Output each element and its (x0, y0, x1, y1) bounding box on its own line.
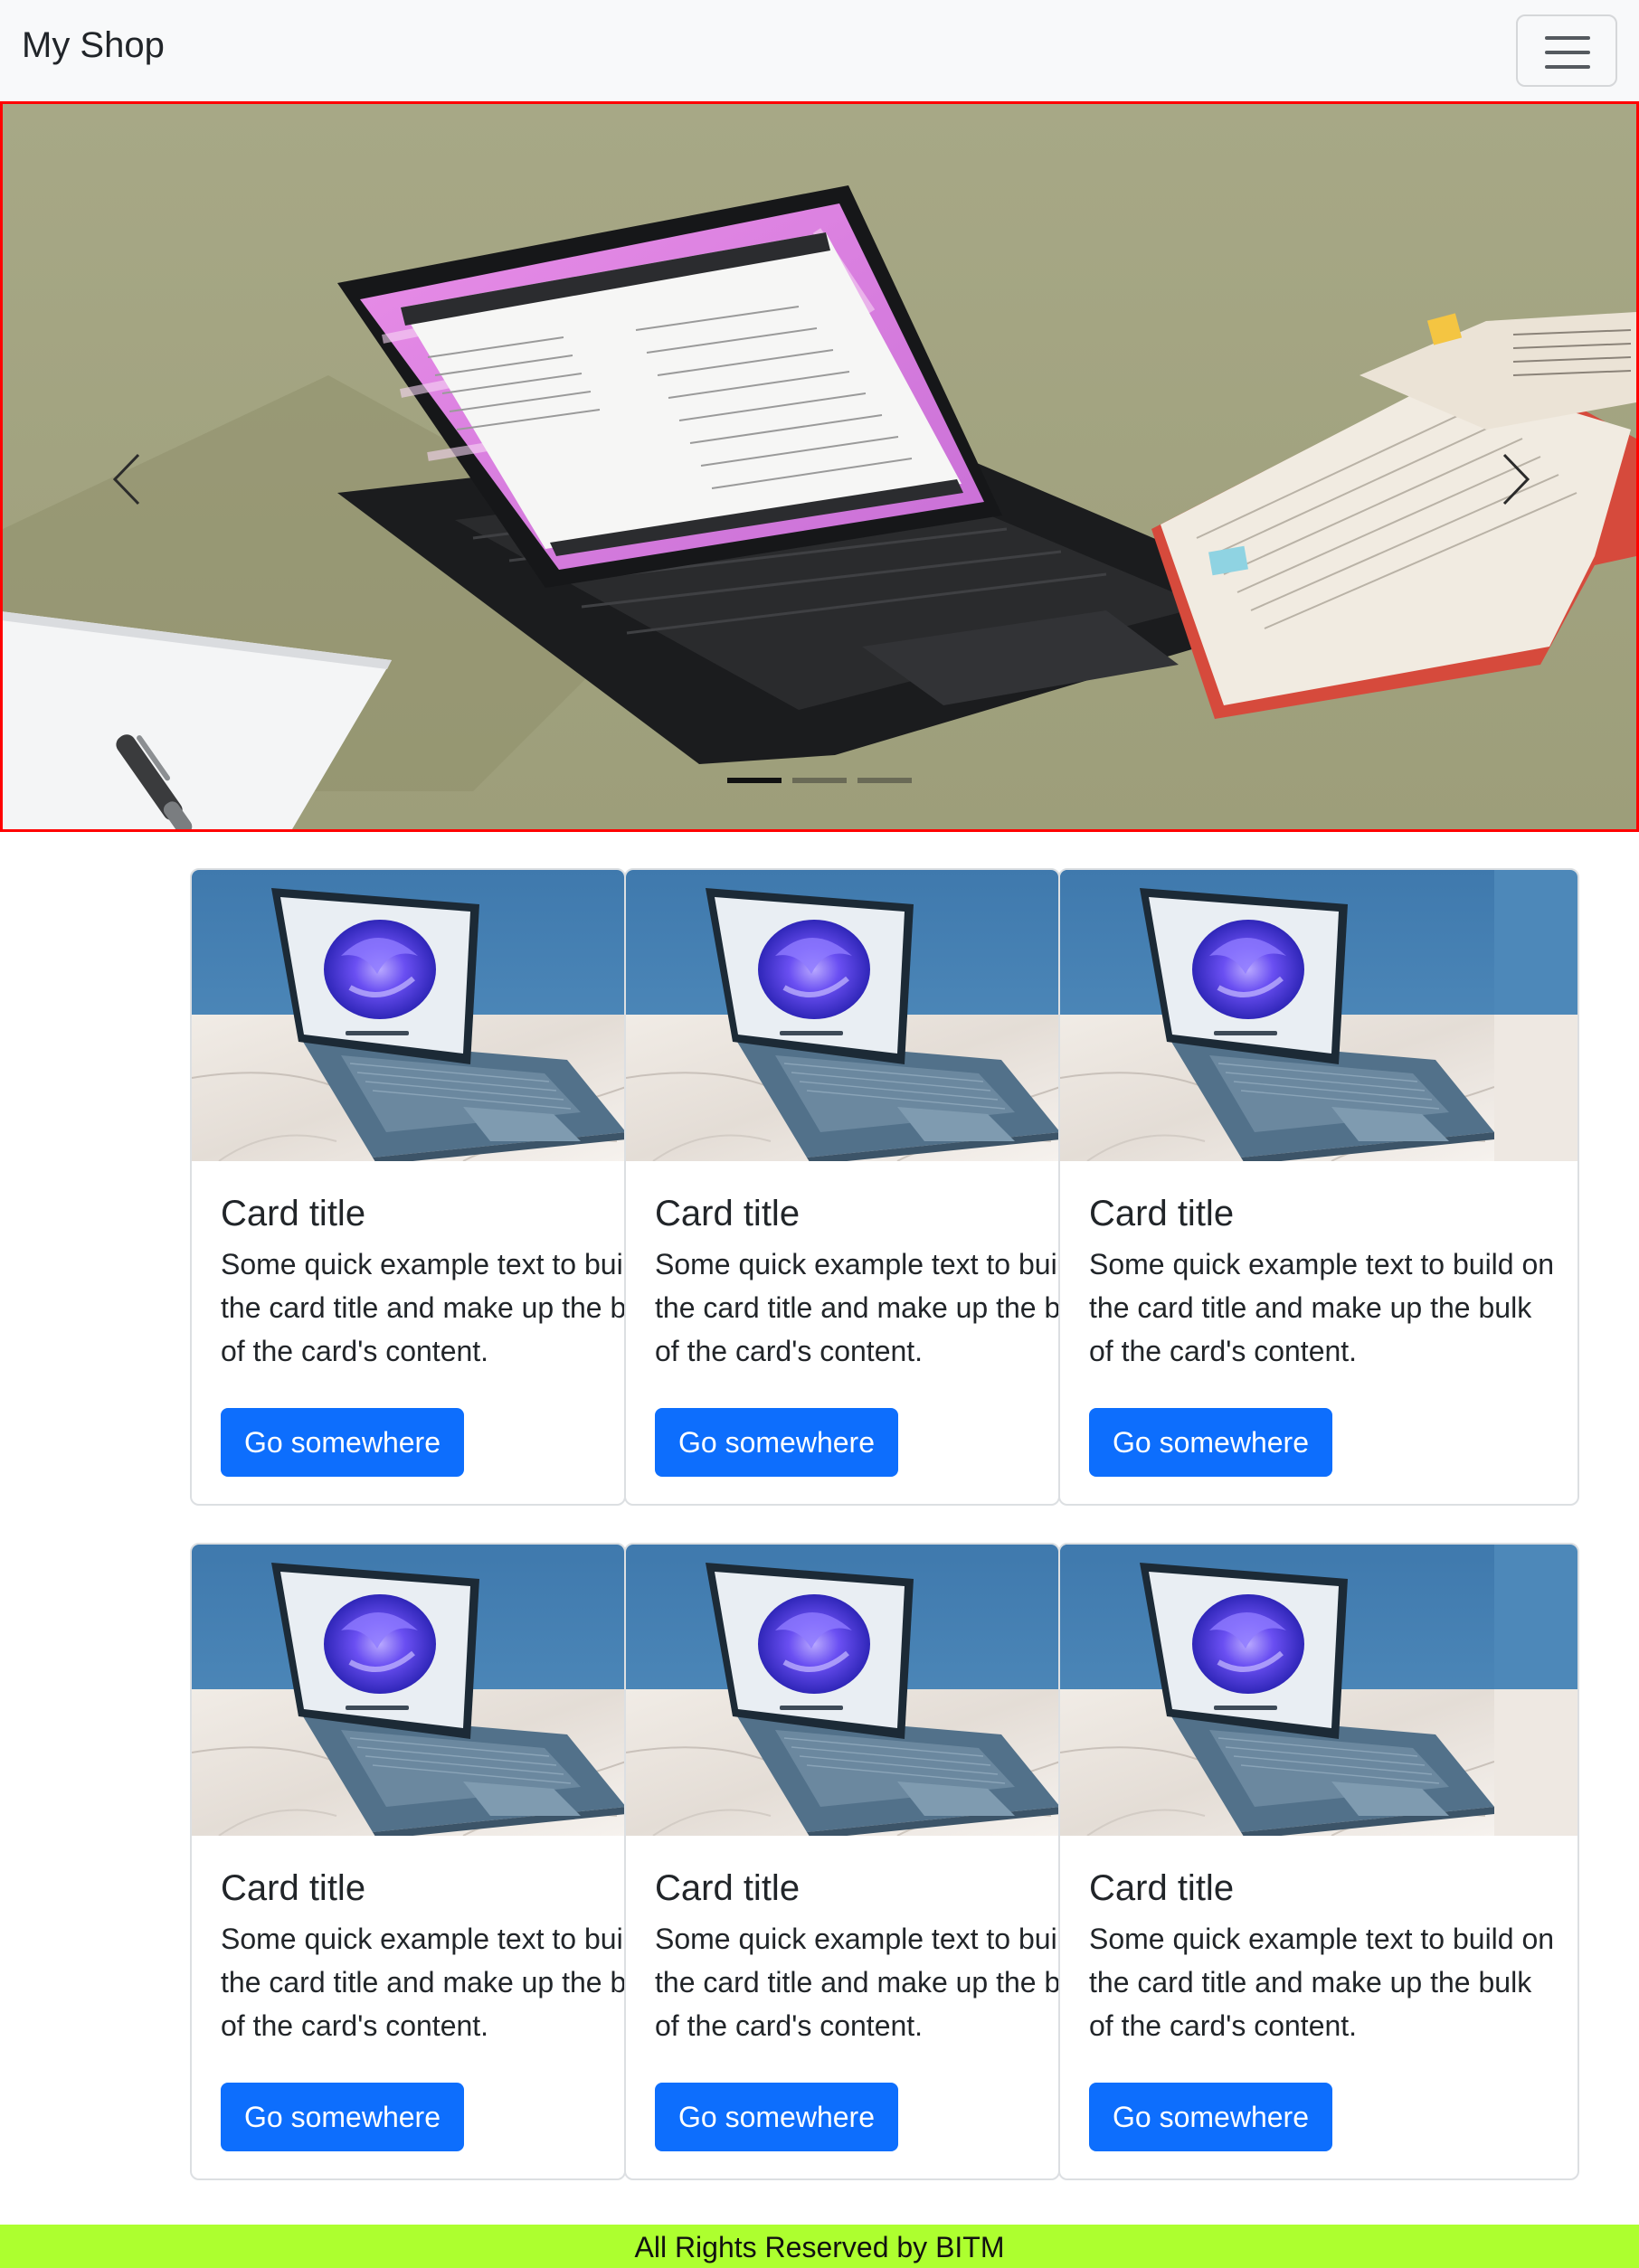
go-somewhere-button[interactable]: Go somewhere (221, 1408, 464, 1477)
hero-carousel (0, 101, 1639, 832)
navbar-brand[interactable]: My Shop (22, 24, 165, 67)
card-row: Card title Some quick example text to bu… (190, 868, 1579, 1506)
go-somewhere-button[interactable]: Go somewhere (1089, 1408, 1332, 1477)
card-image (192, 870, 624, 1161)
card-title: Card title (221, 1868, 366, 1908)
footer-text: All Rights Reserved by BITM (634, 2231, 1005, 2263)
product-card: Card title Some quick example text to bu… (624, 868, 1060, 1506)
chevron-left-icon (112, 453, 140, 506)
card-title: Card title (655, 1194, 801, 1233)
go-somewhere-button[interactable]: Go somewhere (655, 1408, 898, 1477)
go-somewhere-button[interactable]: Go somewhere (1089, 2083, 1332, 2151)
go-somewhere-button[interactable]: Go somewhere (655, 2083, 898, 2151)
carousel-slide-image (3, 104, 1636, 829)
card-text: Some quick example text to build on the … (1089, 1923, 1555, 2042)
carousel-indicator-1[interactable] (727, 778, 782, 783)
carousel-indicator-2[interactable] (792, 778, 847, 783)
carousel-prev-button[interactable] (93, 430, 166, 529)
chevron-right-icon (1502, 453, 1530, 506)
card-text: Some quick example text to build on the … (221, 1923, 626, 2042)
card-image (1060, 1545, 1577, 1836)
card-image (192, 1545, 624, 1836)
card-title: Card title (1089, 1194, 1235, 1233)
product-card: Card title Some quick example text to bu… (1058, 868, 1579, 1506)
navbar-toggle-button[interactable] (1516, 14, 1617, 87)
carousel-next-button[interactable] (1477, 430, 1549, 529)
carousel-indicators (3, 778, 1636, 783)
card-title: Card title (1089, 1868, 1235, 1908)
product-card: Card title Some quick example text to bu… (1058, 1543, 1579, 2180)
card-text: Some quick example text to build on the … (1089, 1248, 1555, 1367)
product-card: Card title Some quick example text to bu… (190, 868, 626, 1506)
footer: All Rights Reserved by BITM (0, 2225, 1639, 2268)
card-text: Some quick example text to build on the … (655, 1248, 1060, 1367)
go-somewhere-button[interactable]: Go somewhere (221, 2083, 464, 2151)
card-image (626, 1545, 1058, 1836)
card-text: Some quick example text to build on the … (221, 1248, 626, 1367)
card-row: Card title Some quick example text to bu… (190, 1543, 1579, 2180)
card-image (1060, 870, 1577, 1161)
card-text: Some quick example text to build on the … (655, 1923, 1060, 2042)
product-card: Card title Some quick example text to bu… (624, 1543, 1060, 2180)
product-card: Card title Some quick example text to bu… (190, 1543, 626, 2180)
card-image (626, 870, 1058, 1161)
carousel-indicator-3[interactable] (857, 778, 912, 783)
card-title: Card title (655, 1868, 801, 1908)
navbar: My Shop (0, 0, 1639, 101)
card-title: Card title (221, 1194, 366, 1233)
